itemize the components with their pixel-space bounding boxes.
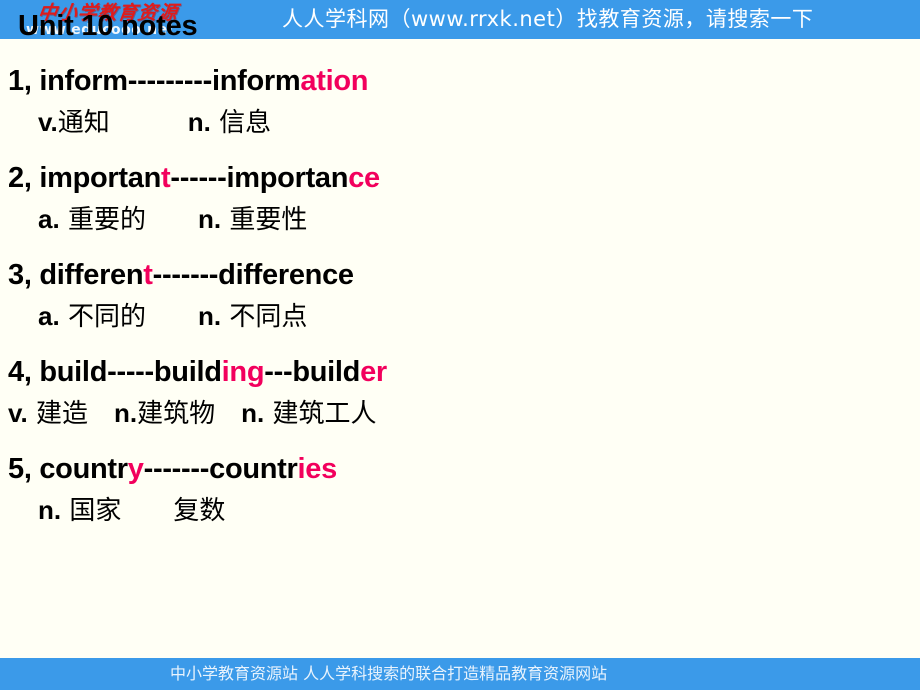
- part-of-speech: n.: [38, 495, 62, 525]
- entry-word-stem: importan: [31, 162, 162, 194]
- part-of-speech: n.: [114, 398, 138, 428]
- chinese-definition: 复数: [173, 496, 226, 526]
- entry-word-stem: countr: [31, 453, 128, 485]
- presentation-slide: 人人学科网（www.rrxk.net）找教育资源，请搜索一下 中小学教育资源 w…: [0, 0, 920, 690]
- slide-content: 1, inform---------information v.通知 n. 信息 2,…: [0, 60, 920, 545]
- chinese-definition: 不同点: [221, 302, 308, 332]
- part-of-speech: n.: [187, 107, 211, 137]
- vocabulary-entry: 1, inform---------information v.通知 n. 信息: [0, 60, 920, 143]
- chinese-definition: 通知: [57, 108, 110, 138]
- entry-word-line: 3, different-------difference: [0, 254, 920, 296]
- bottom-banner: 中小学教育资源站 人人学科搜索的联合打造精品教育资源网站: [0, 658, 920, 690]
- entry-index: 1,: [8, 65, 32, 97]
- entry-gloss-line: a. 重要的 n. 重要性: [0, 199, 920, 240]
- entry-index: 5,: [8, 453, 32, 485]
- entry-word-suffix: er: [360, 356, 387, 388]
- entry-word-stem: -------difference: [152, 259, 354, 291]
- entry-word-suffix: ing: [221, 356, 265, 388]
- entry-word-suffix: ies: [297, 453, 338, 485]
- entry-word-suffix: t: [161, 162, 171, 194]
- entry-word-line: 1, inform---------information: [0, 60, 920, 102]
- chinese-definition: 建筑工人: [264, 399, 377, 429]
- entry-word-stem: differen: [31, 259, 144, 291]
- entry-word-stem: ------importan: [170, 162, 349, 194]
- chinese-definition: 不同的: [59, 302, 146, 332]
- entry-word-stem: ---build: [264, 356, 361, 388]
- vocabulary-entry: 5, country-------countries n. 国家 复数: [0, 448, 920, 531]
- part-of-speech: v.: [38, 107, 58, 137]
- vocabulary-entry: 4, build-----building---builder v. 建造 n.建筑…: [0, 351, 920, 434]
- entry-word-suffix: ation: [300, 65, 369, 97]
- chinese-definition: 建造: [27, 399, 89, 429]
- entry-index: 2,: [8, 162, 32, 194]
- entry-word-stem: inform---------inform: [31, 65, 301, 97]
- chinese-definition: 信息: [210, 108, 272, 138]
- part-of-speech: n.: [197, 204, 222, 234]
- part-of-speech: a.: [38, 301, 60, 331]
- chinese-definition: 重要的: [59, 205, 146, 235]
- part-of-speech: v.: [8, 398, 28, 428]
- part-of-speech: n.: [197, 301, 222, 331]
- bottom-banner-text: 中小学教育资源站 人人学科搜索的联合打造精品教育资源网站: [170, 664, 608, 683]
- entry-word-line: 4, build-----building---builder: [0, 351, 920, 393]
- chinese-definition: 国家: [61, 496, 122, 526]
- entry-gloss-line: v.通知 n. 信息: [0, 102, 920, 143]
- entry-gloss-line: v. 建造 n.建筑物 n. 建筑工人: [0, 393, 920, 434]
- chinese-definition: 建筑物: [137, 399, 216, 429]
- entry-index: 4,: [8, 356, 32, 388]
- entry-word-stem: -------countr: [143, 453, 298, 485]
- entry-word-line: 2, important------importance: [0, 157, 920, 199]
- top-banner-text: 人人学科网（www.rrxk.net）找教育资源，请搜索一下: [282, 7, 814, 31]
- entry-word-suffix: y: [127, 453, 144, 485]
- part-of-speech: n.: [241, 398, 265, 428]
- entry-word-line: 5, country-------countries: [0, 448, 920, 490]
- chinese-definition: 重要性: [221, 205, 308, 235]
- entry-word-stem: build-----build: [31, 356, 222, 388]
- entry-index: 3,: [8, 259, 32, 291]
- vocabulary-entry: 3, different-------difference a. 不同的 n. 不同…: [0, 254, 920, 337]
- entry-word-suffix: ce: [348, 162, 380, 194]
- page-title: Unit 10 notes: [18, 10, 198, 42]
- part-of-speech: a.: [38, 204, 60, 234]
- vocabulary-entry: 2, important------importance a. 重要的 n. 重要性: [0, 157, 920, 240]
- entry-gloss-line: a. 不同的 n. 不同点: [0, 296, 920, 337]
- entry-word-suffix: t: [143, 259, 153, 291]
- entry-gloss-line: n. 国家 复数: [0, 490, 920, 531]
